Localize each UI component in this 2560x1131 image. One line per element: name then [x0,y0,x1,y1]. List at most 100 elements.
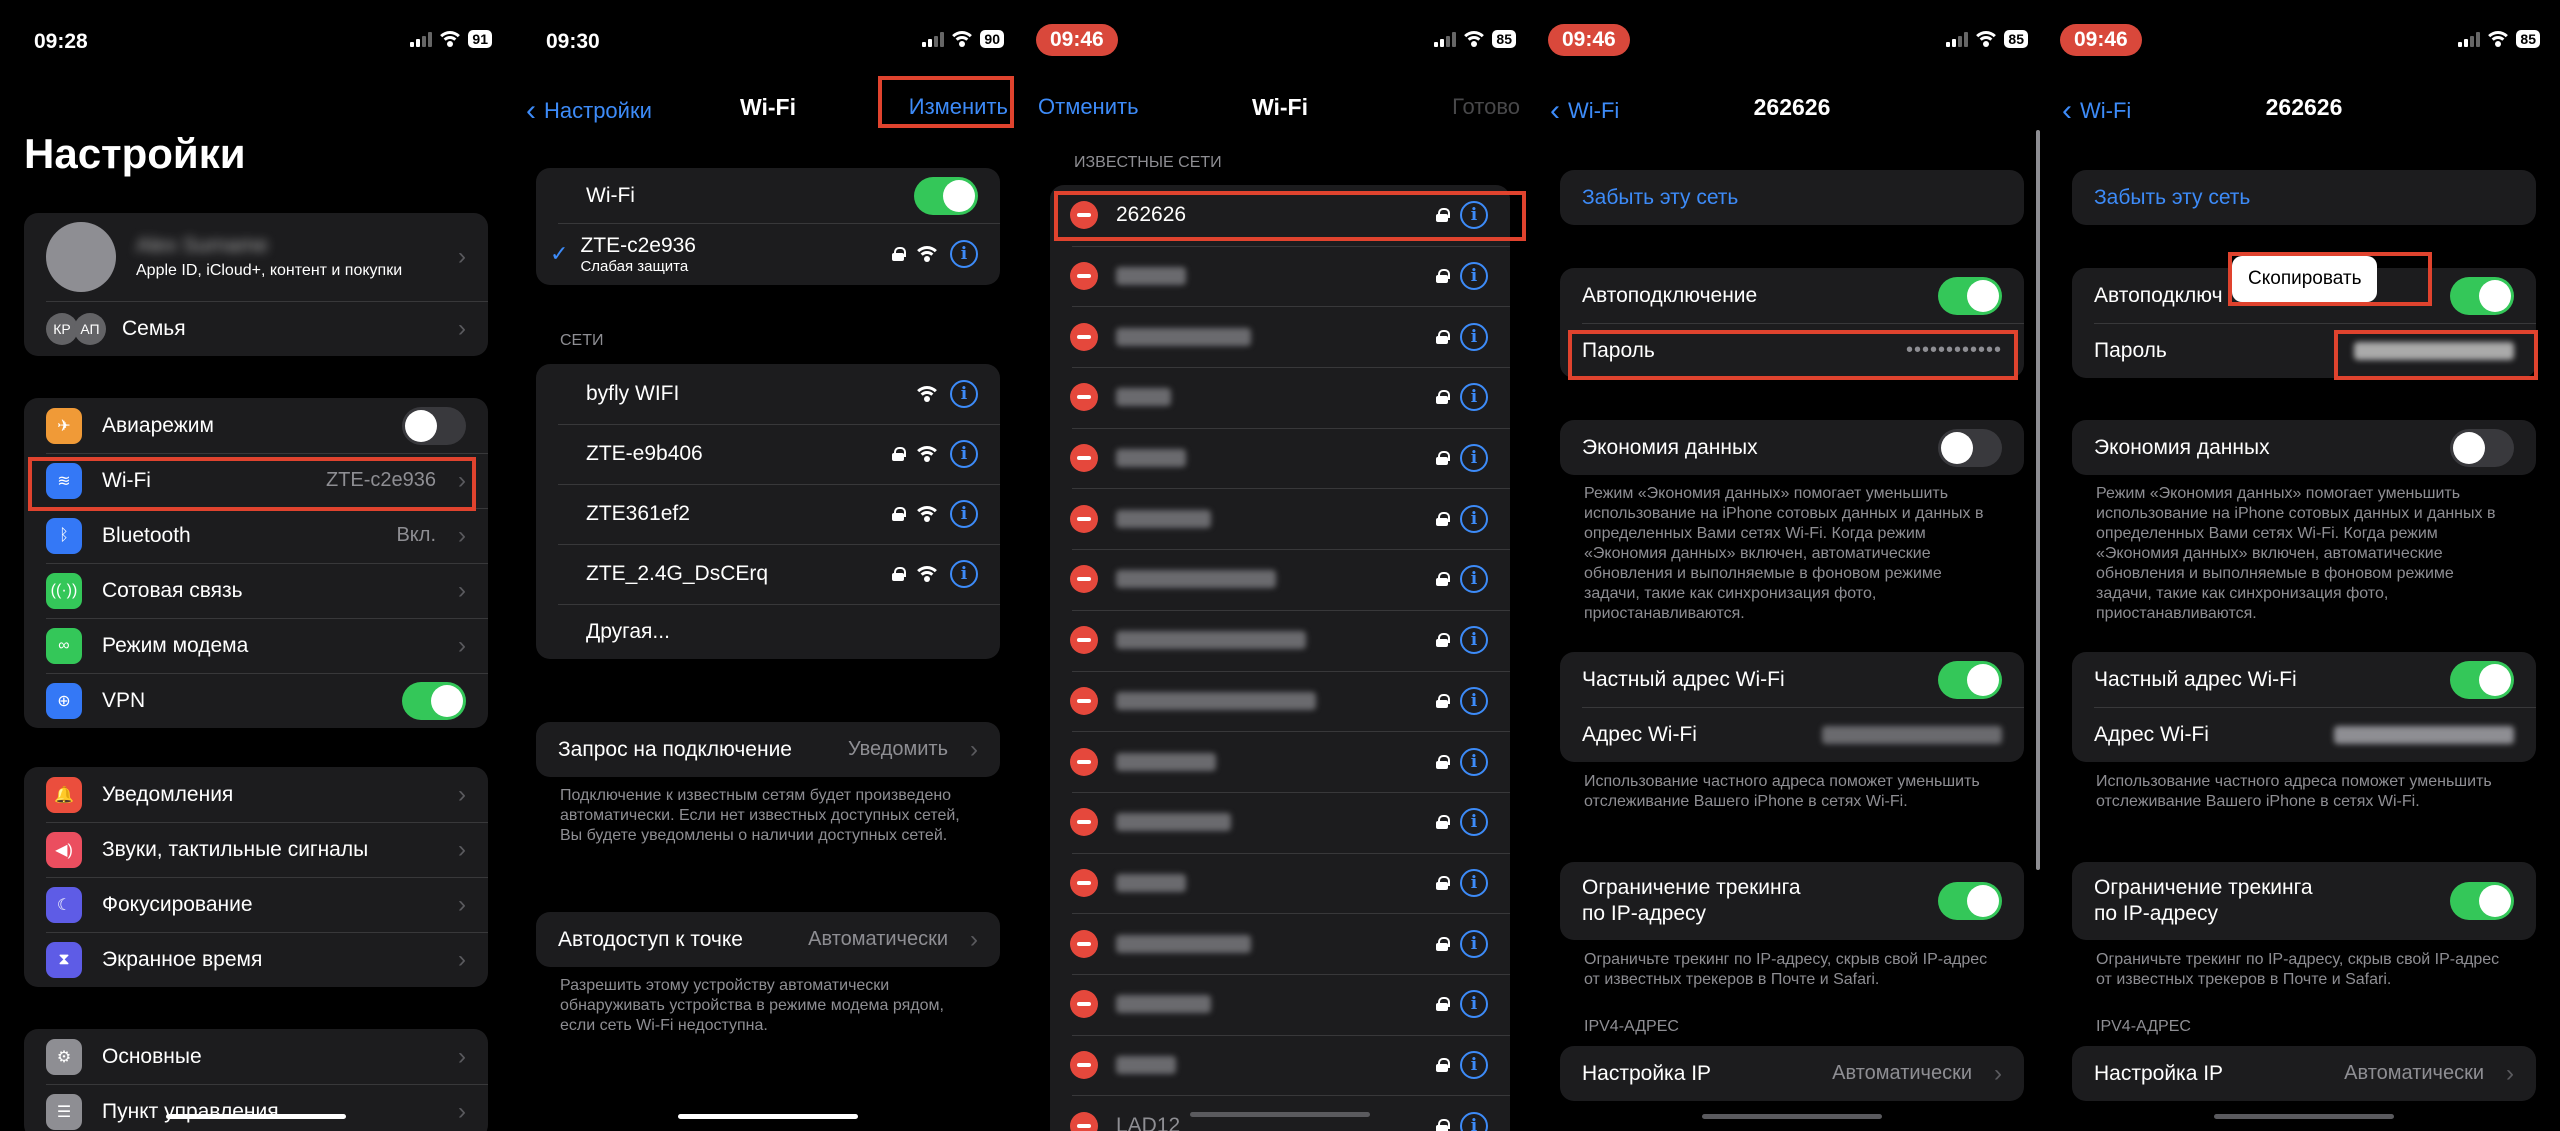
settings-row[interactable]: ✈ Авиарежим [24,398,488,453]
limit-tracking-toggle[interactable] [1938,882,2002,920]
configure-ip-row[interactable]: Настройка IP Автоматически › [1560,1046,2024,1101]
info-icon[interactable]: i [1460,808,1488,837]
password-row[interactable]: Пароль [2072,323,2536,378]
done-button[interactable]: Готово [1452,94,1520,120]
private-address-toggle[interactable] [1938,660,2002,699]
known-network-row[interactable]: i [1050,852,1510,914]
delete-icon[interactable] [1070,504,1098,533]
speaker-icon: ◀) [46,831,82,868]
settings-row[interactable]: ≋ Wi-Fi ZTE-c2e936 › [24,453,488,508]
settings-row[interactable]: ☾ Фокусирование › [24,877,488,932]
settings-row[interactable]: ◀) Звуки, тактильные сигналы › [24,822,488,877]
info-icon[interactable]: i [1460,990,1488,1019]
info-icon[interactable]: i [1460,747,1488,776]
delete-icon[interactable] [1070,201,1098,230]
info-icon[interactable]: i [1460,504,1488,533]
known-network-row[interactable]: i [1050,427,1510,489]
known-network-row[interactable]: 262626 i [1050,185,1510,246]
info-icon[interactable]: i [950,500,978,528]
network-row[interactable]: ZTE361ef2 i [536,484,1000,544]
settings-row[interactable]: ∞ Режим модема › [24,618,488,673]
private-address-toggle[interactable] [2450,660,2514,699]
network-row[interactable]: ZTE_2.4G_DsCErq i [536,544,1000,604]
known-network-row[interactable]: i [1050,549,1510,610]
chevron-right-icon: › [970,735,978,763]
info-icon[interactable]: i [1460,686,1488,715]
lock-icon [892,567,906,581]
info-icon[interactable]: i [1460,262,1488,291]
delete-icon[interactable] [1070,1111,1098,1131]
delete-icon[interactable] [1070,626,1098,655]
delete-icon[interactable] [1070,686,1098,715]
configure-ip-row[interactable]: Настройка IP Автоматически › [2072,1046,2536,1101]
settings-row[interactable]: ☰ Пункт управления › [24,1084,488,1131]
info-icon[interactable]: i [1460,1050,1488,1079]
known-network-row[interactable]: i [1050,609,1510,671]
info-icon[interactable]: i [950,560,978,588]
delete-icon[interactable] [1070,868,1098,897]
info-icon[interactable]: i [1460,322,1488,351]
known-network-row[interactable]: i [1050,973,1510,1035]
forget-network-row[interactable]: Забыть эту сеть [1560,170,2024,225]
info-icon[interactable]: i [1460,383,1488,412]
delete-icon[interactable] [1070,929,1098,958]
settings-row[interactable]: ᛒ Bluetooth Вкл. › [24,508,488,563]
delete-icon[interactable] [1070,322,1098,351]
delete-icon[interactable] [1070,747,1098,776]
known-network-row[interactable]: i [1050,306,1510,367]
delete-icon[interactable] [1070,1050,1098,1079]
known-network-row[interactable]: i [1050,367,1510,428]
known-network-row[interactable]: i [1050,1034,1510,1096]
delete-icon[interactable] [1070,808,1098,837]
settings-toggle[interactable] [402,406,466,445]
lock-icon [892,447,906,461]
known-network-row[interactable]: i [1050,245,1510,307]
info-icon[interactable]: i [1460,868,1488,897]
password-row[interactable]: Пароль •••••••••••• [1560,323,2024,378]
delete-icon[interactable] [1070,990,1098,1019]
settings-row[interactable]: ⚙ Основные › [24,1029,488,1084]
scrollbar[interactable] [2036,130,2040,870]
wifi-toggle[interactable] [914,176,978,215]
info-icon[interactable]: i [950,440,978,468]
settings-toggle[interactable] [402,681,466,720]
known-network-row[interactable]: i [1050,488,1510,549]
info-icon[interactable]: i [1460,565,1488,594]
network-row[interactable]: byfly WIFI i [536,364,1000,424]
settings-row[interactable]: ⊕ VPN [24,673,488,728]
info-icon[interactable]: i [1460,201,1488,230]
current-network-row[interactable]: ✓ ZTE-c2e936 Слабая защита i [536,223,1000,285]
network-row[interactable]: ZTE-e9b406 i [536,424,1000,484]
edit-button[interactable]: Изменить [909,94,1008,120]
known-network-row[interactable]: i [1050,670,1510,732]
info-icon[interactable]: i [1460,444,1488,473]
low-data-toggle[interactable] [2450,428,2514,467]
known-network-row[interactable]: i [1050,791,1510,853]
info-icon[interactable]: i [950,240,978,268]
delete-icon[interactable] [1070,383,1098,412]
settings-row[interactable]: 🔔 Уведомления › [24,767,488,822]
battery-icon: 90 [980,30,1004,48]
ask-join-row[interactable]: Запрос на подключение Уведомить › [536,722,1000,777]
info-icon[interactable]: i [950,380,978,408]
forget-network-row[interactable]: Забыть эту сеть [2072,170,2536,225]
profile-row[interactable]: Alex Surname Apple ID, iCloud+, контент … [24,213,488,301]
autojoin-toggle[interactable] [2450,276,2514,315]
low-data-toggle[interactable] [1938,428,2002,467]
delete-icon[interactable] [1070,565,1098,594]
delete-icon[interactable] [1070,444,1098,473]
family-row[interactable]: КР АП Семья › [24,301,488,356]
delete-icon[interactable] [1070,262,1098,291]
info-icon[interactable]: i [1460,626,1488,655]
limit-tracking-toggle[interactable] [2450,882,2514,920]
settings-row[interactable]: ((·)) Сотовая связь › [24,563,488,618]
info-icon[interactable]: i [1460,1111,1488,1131]
copy-tooltip[interactable]: Скопировать [2232,256,2378,302]
known-network-row[interactable]: i [1050,913,1510,974]
settings-row[interactable]: ⧗ Экранное время › [24,932,488,987]
known-network-row[interactable]: i [1050,731,1510,792]
autojoin-toggle[interactable] [1938,276,2002,315]
other-network-row[interactable]: Другая... [536,604,1000,659]
auto-hotspot-row[interactable]: Автодоступ к точке Автоматически › [536,912,1000,967]
info-icon[interactable]: i [1460,929,1488,958]
